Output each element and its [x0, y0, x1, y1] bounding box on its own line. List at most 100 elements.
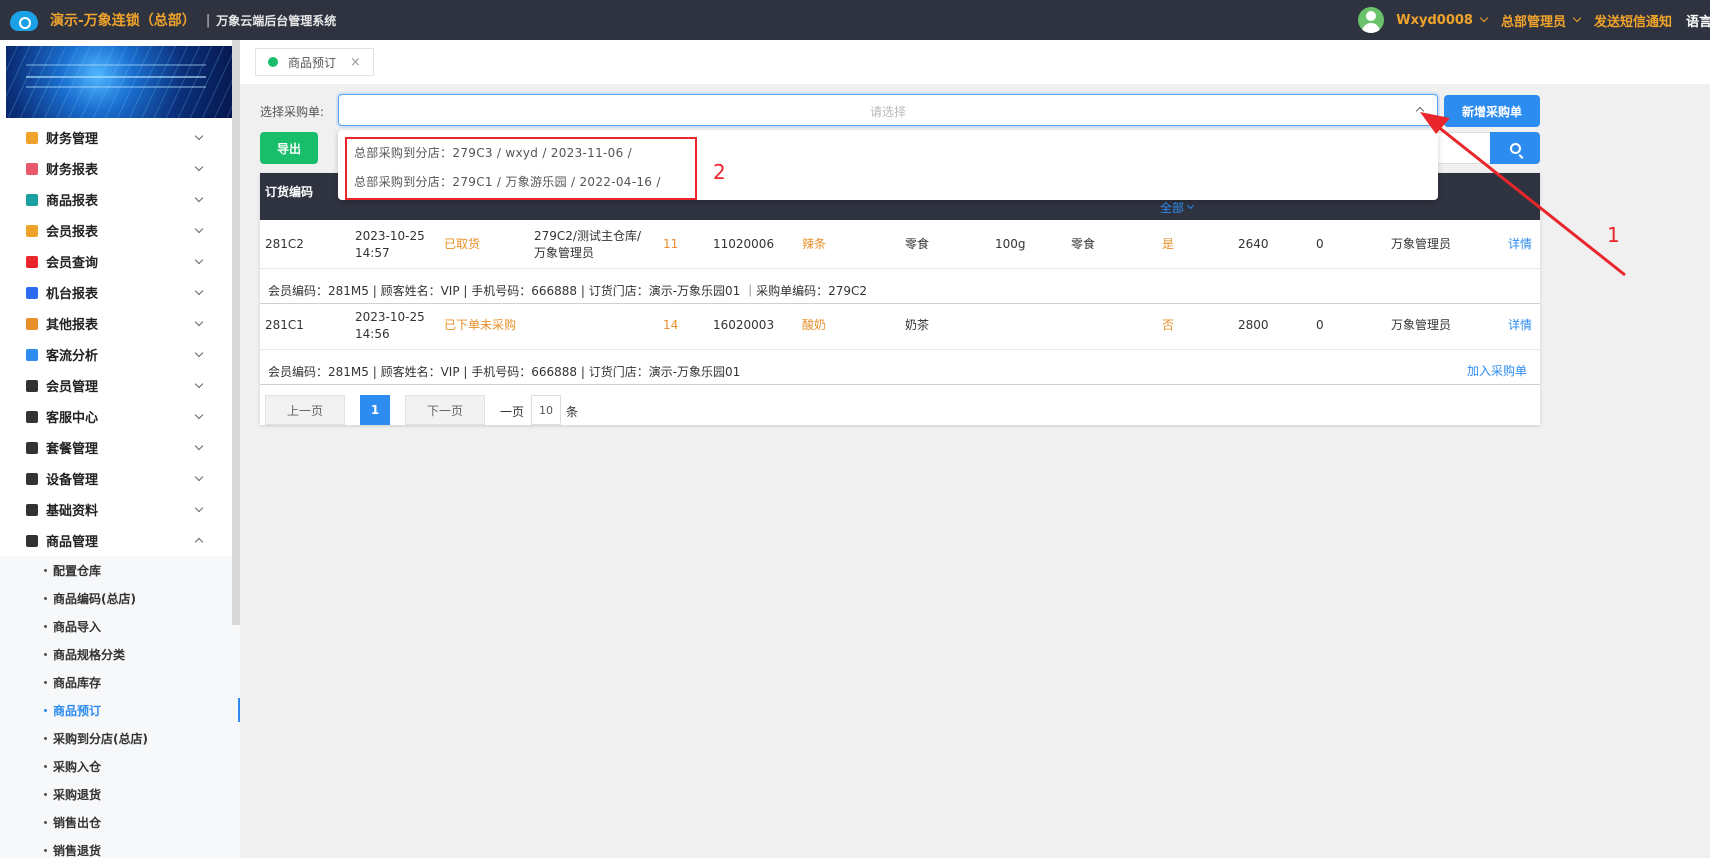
sidebar-item-label: 客服中心: [46, 411, 99, 426]
row-divider: [260, 384, 1540, 385]
per-page-label: 一页: [500, 405, 525, 419]
sidebar-item-1[interactable]: 财务管理: [0, 122, 232, 153]
report-icon: [26, 162, 38, 175]
sidebar-item-9[interactable]: 会员管理: [0, 370, 232, 401]
sidebar-item-3[interactable]: 商品报表: [0, 184, 232, 215]
chevron-down-icon: [1186, 201, 1195, 210]
row-divider: [260, 349, 1540, 350]
cell-time-clock: 14:56: [355, 327, 390, 341]
sidebar-item-7[interactable]: 其他报表: [0, 308, 232, 339]
submenu-item-3[interactable]: 商品导入: [0, 612, 240, 640]
cell-code: 281C1: [265, 318, 304, 332]
submenu-item-9[interactable]: 采购退货: [0, 780, 240, 808]
sidebar-item-label: 机台报表: [46, 287, 99, 302]
chevron-down-icon: [1479, 13, 1489, 23]
tab-bar: 商品预订 ×: [240, 40, 1710, 84]
select-order-label: 选择采购单:: [260, 105, 325, 119]
sidebar-item-11[interactable]: 套餐管理: [0, 432, 232, 463]
cell-type: 零食: [1071, 237, 1096, 251]
chevron-down-icon: [194, 441, 204, 451]
submenu-item-11[interactable]: 销售退货: [0, 836, 240, 858]
chevron-down-icon: [194, 162, 204, 172]
detail-link[interactable]: 详情: [1508, 317, 1532, 334]
select-placeholder: 请选择: [869, 105, 906, 119]
submenu-item-8[interactable]: 采购入仓: [0, 752, 240, 780]
page-size-input[interactable]: 10: [531, 395, 561, 425]
submenu-item-5[interactable]: 商品库存: [0, 668, 240, 696]
cell-name: 辣条: [802, 237, 827, 251]
chevron-down-icon: [194, 410, 204, 420]
next-page-button[interactable]: 下一页: [405, 395, 485, 425]
page-1-button[interactable]: 1: [360, 395, 390, 425]
bullet-icon: [44, 596, 47, 600]
reservation-table: 订货编码 全部 281C2 2023-10-25 14:57 已取货 279C2/测试主…: [260, 173, 1540, 425]
submenu-item-7[interactable]: 采购到分店(总店): [0, 724, 240, 752]
bullet-icon: [44, 624, 47, 628]
bullet-icon: [44, 736, 47, 740]
sidebar-item-14[interactable]: 商品管理: [0, 525, 232, 556]
submenu-item-6[interactable]: 商品预订: [0, 696, 240, 724]
sidebar-menu: 财务管理 财务报表 商品报表 会员报表会员查询机台报表其他报表客流分析会员管理客服中心…: [0, 122, 240, 858]
cell-qty: 11: [663, 237, 679, 251]
sidebar-item-label: 基础资料: [46, 504, 99, 519]
submenu-item-1[interactable]: 配置仓库: [0, 556, 240, 584]
user-menu[interactable]: Wxyd0008: [1396, 13, 1489, 28]
sidebar-item-label: 套餐管理: [46, 442, 99, 457]
sidebar-item-10[interactable]: 客服中心: [0, 401, 232, 432]
sidebar-item-5[interactable]: 会员查询: [0, 246, 232, 277]
add-to-purchase-order-link[interactable]: 加入采购单: [1467, 363, 1527, 380]
sms-link[interactable]: 发送短信通知: [1594, 11, 1672, 30]
submenu-item-2[interactable]: 商品编码(总店): [0, 584, 240, 612]
search-button[interactable]: [1490, 132, 1540, 164]
cell-zero: 0: [1316, 237, 1324, 251]
language-menu[interactable]: 语言: [1686, 11, 1710, 30]
cell-flag: 是: [1162, 237, 1175, 251]
sidebar-item-label: 会员查询: [46, 256, 99, 271]
active-dot-icon: [268, 57, 278, 67]
sidebar-item-8[interactable]: 客流分析: [0, 339, 232, 370]
chevron-down-icon: [194, 131, 204, 141]
sidebar-item-label: 客流分析: [46, 349, 99, 364]
chevron-down-icon: [194, 224, 204, 234]
bullet-icon: [44, 708, 47, 712]
purchase-order-select[interactable]: 请选择: [338, 94, 1438, 126]
submenu-item-label: 采购入仓: [53, 759, 102, 774]
title-separator: |: [205, 12, 211, 28]
row-divider: [260, 268, 1540, 269]
cell-warehouse-line2: 万象管理员: [534, 246, 595, 260]
close-icon[interactable]: ×: [350, 55, 361, 70]
sidebar-item-label: 会员管理: [46, 380, 99, 395]
submenu-item-label: 商品预订: [53, 703, 102, 718]
export-button[interactable]: 导出: [260, 132, 318, 164]
cell-flag: 否: [1162, 318, 1175, 332]
sidebar-item-4[interactable]: 会员报表: [0, 215, 232, 246]
headset-icon: [26, 410, 38, 423]
status-filter[interactable]: 全部: [1160, 199, 1195, 216]
tab-product-reservation[interactable]: 商品预订 ×: [255, 48, 374, 76]
submenu-item-10[interactable]: 销售出仓: [0, 808, 240, 836]
sidebar-item-13[interactable]: 基础资料: [0, 494, 232, 525]
per-page-unit: 条: [566, 405, 579, 419]
sidebar-item-12[interactable]: 设备管理: [0, 463, 232, 494]
cell-sku: 16020003: [713, 318, 775, 332]
submenu-item-label: 采购到分店(总店): [53, 731, 148, 746]
sidebar-scrollbar[interactable]: [232, 40, 240, 625]
detail-link[interactable]: 详情: [1508, 236, 1532, 253]
prev-page-button[interactable]: 上一页: [265, 395, 345, 425]
sidebar-item-2[interactable]: 财务报表: [0, 153, 232, 184]
cell-operator: 万象管理员: [1391, 318, 1452, 332]
chevron-down-icon: [194, 255, 204, 265]
top-bar: 演示-万象连锁（总部） | 万象云端后台管理系统 Wxyd0008 总部管理员 …: [0, 0, 1710, 40]
submenu-item-label: 销售退货: [53, 843, 102, 858]
submenu-item-4[interactable]: 商品规格分类: [0, 640, 240, 668]
submenu-item-label: 商品库存: [53, 675, 102, 690]
avatar[interactable]: [1358, 7, 1385, 33]
chevron-down-icon: [1572, 13, 1582, 23]
layers-icon: [26, 317, 38, 330]
role-menu[interactable]: 总部管理员: [1501, 11, 1582, 30]
sidebar: 财务管理 财务报表 商品报表 会员报表会员查询机台报表其他报表客流分析会员管理客服中心…: [0, 40, 240, 858]
cell-code: 281C2: [265, 237, 304, 251]
machine-report-icon: [26, 286, 38, 299]
new-purchase-order-button[interactable]: 新增采购单: [1444, 95, 1540, 127]
sidebar-item-6[interactable]: 机台报表: [0, 277, 232, 308]
